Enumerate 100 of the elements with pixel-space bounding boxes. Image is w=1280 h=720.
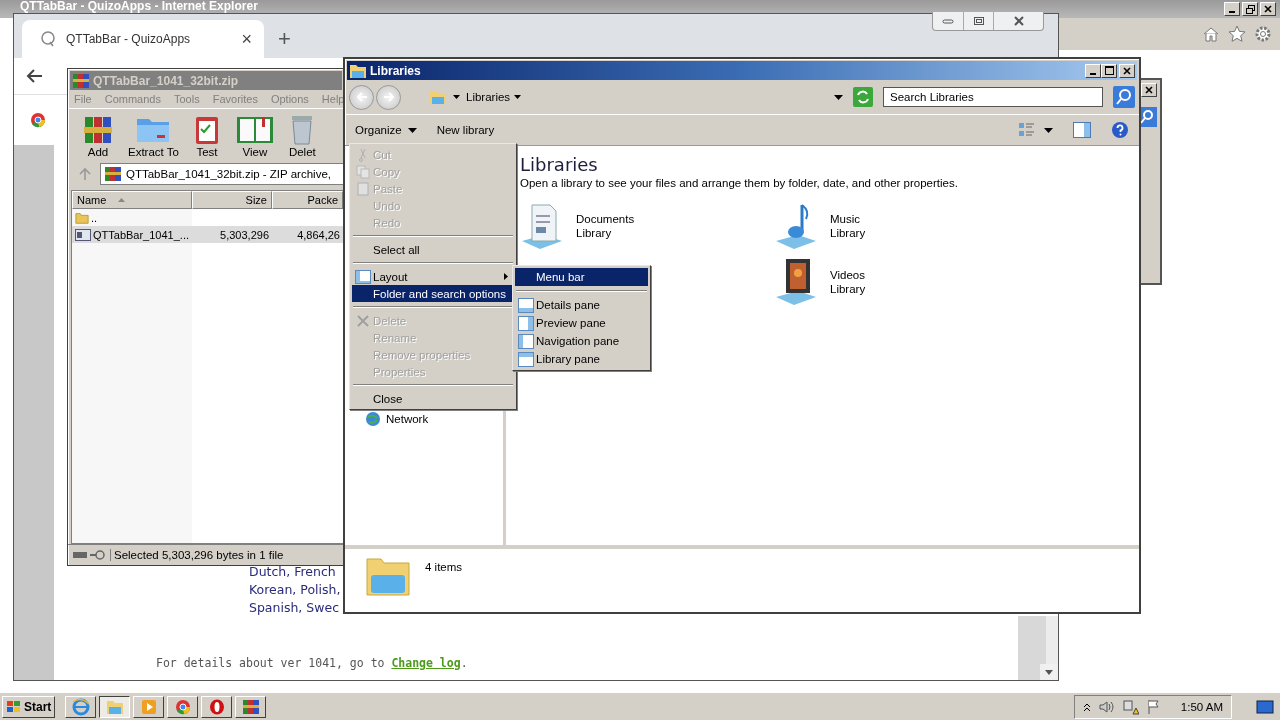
minimize-icon — [942, 18, 954, 24]
pane-layout-icon — [518, 315, 534, 331]
forward-arrow-icon — [382, 92, 395, 102]
page-description: Open a library to see your files and arrange them by folder, date, and other properties. — [520, 177, 959, 189]
file-row[interactable]: .. — [72, 209, 343, 226]
menu-item[interactable]: Details pane — [515, 296, 648, 314]
organize-button[interactable]: Organize — [355, 124, 417, 136]
preview-pane-icon[interactable] — [1073, 122, 1091, 138]
libraries-icon — [429, 89, 447, 105]
browser-tab[interactable]: QTTabBar - QuizoApps × — [22, 20, 264, 58]
close-icon — [1123, 66, 1131, 75]
speaker-icon[interactable] — [1098, 699, 1115, 714]
toolbar-button[interactable]: Delet — [288, 113, 316, 158]
library-item[interactable]: Music Library — [774, 201, 1028, 251]
taskbar-button[interactable] — [99, 695, 131, 718]
back-arrow-icon[interactable] — [26, 68, 44, 84]
internet-explorer-icon — [71, 697, 90, 716]
chrome-icon — [174, 698, 191, 715]
winrar-icon — [241, 698, 260, 715]
toolbar-button[interactable]: View — [234, 113, 275, 158]
winrar-icon — [104, 166, 122, 182]
minimize-icon — [1090, 72, 1096, 75]
menu-item[interactable]: Folder and search options — [352, 285, 514, 302]
clipboard-icon — [356, 181, 370, 196]
windows-logo-icon — [6, 699, 22, 714]
window-title: QTTabBar - QuizoApps - Internet Explorer — [20, 0, 258, 12]
library-item[interactable]: Documents Library — [520, 201, 774, 251]
folder-icon — [349, 62, 367, 79]
toolbar-button[interactable]: Test — [192, 113, 221, 158]
menu-item[interactable]: Close — [352, 390, 514, 407]
column-header[interactable]: Name — [72, 191, 192, 209]
toolbar-button[interactable]: Add — [82, 113, 114, 158]
menu-item[interactable]: Navigation pane — [515, 332, 648, 350]
file-name-cell: QTTabBar_1041_... — [72, 228, 192, 241]
tab-close-button[interactable]: × — [241, 30, 252, 48]
home-icon[interactable] — [1202, 25, 1220, 43]
pane-layout-icon — [518, 297, 534, 313]
scroll-down-button[interactable] — [1040, 664, 1058, 680]
refresh-icon[interactable] — [853, 87, 873, 107]
item-count: 4 items — [425, 561, 463, 573]
minimize-button[interactable] — [1085, 63, 1101, 78]
menu-item[interactable]: Preview pane — [515, 314, 648, 332]
page-heading: Libraries — [520, 154, 599, 175]
window-title: Libraries — [370, 63, 422, 78]
maximize-icon — [1104, 66, 1114, 75]
minimize-button[interactable] — [1224, 2, 1240, 16]
settings-icon[interactable] — [1254, 25, 1272, 43]
window-title: QTTabBar_1041_32bit.zip — [93, 73, 240, 88]
size-cell-text: 5,303,296 — [219, 228, 270, 241]
layout-icon — [355, 269, 371, 284]
menu-item[interactable]: Library pane — [515, 350, 648, 368]
submenu-arrow-icon — [504, 273, 508, 280]
back-arrow-icon — [355, 92, 368, 102]
copy-icon — [356, 164, 370, 179]
chevron-up-icon[interactable] — [1082, 701, 1091, 712]
nav-item[interactable]: Network — [345, 411, 503, 427]
column-header[interactable]: Packe — [272, 191, 343, 209]
start-button[interactable]: Start — [2, 695, 56, 718]
change-log-sentence: For details about ver 1041, go to Change log. — [156, 656, 469, 670]
show-desktop-icon[interactable] — [1256, 698, 1274, 715]
menu-item[interactable]: Select all — [352, 241, 514, 258]
caret-icon — [514, 95, 522, 99]
close-icon — [1012, 16, 1025, 26]
breadcrumb-item[interactable]: Libraries — [466, 91, 522, 103]
folder-icon — [75, 210, 89, 225]
caret-icon[interactable] — [1044, 127, 1053, 133]
file-name-cell: .. — [72, 210, 192, 225]
help-icon[interactable] — [1111, 121, 1129, 139]
pane-layout-icon — [518, 333, 534, 349]
column-header[interactable]: Size — [192, 191, 272, 209]
search-field[interactable]: Search Libraries — [883, 87, 1103, 107]
restore-icon — [972, 16, 985, 26]
language-list-text: Dutch, French — [249, 563, 336, 581]
down-arrow-icon — [1045, 669, 1053, 675]
library-item[interactable]: Videos Library — [774, 257, 1028, 307]
language-list-text: Spanish, Swec — [249, 599, 340, 617]
maximize-button[interactable] — [1101, 63, 1117, 78]
restore-icon — [1245, 4, 1255, 14]
menu-item[interactable]: Layout — [352, 268, 514, 285]
new-tab-button[interactable]: + — [278, 26, 291, 52]
caret-icon — [407, 127, 417, 133]
globe-icon — [365, 411, 381, 427]
scrollbar[interactable] — [1018, 616, 1058, 680]
change-log-link[interactable]: Change log — [391, 656, 461, 670]
packed-cell-text: 4,864,26 — [296, 228, 341, 241]
tab-title: QTTabBar - QuizoApps — [66, 32, 192, 46]
toolbar-button[interactable]: New library — [436, 124, 495, 136]
folder-icon — [105, 698, 124, 715]
network-warning-icon[interactable] — [1122, 698, 1139, 715]
menu-item[interactable]: Menu bar — [515, 268, 648, 286]
path-text: QTTabBar_1041_32bit.zip - ZIP archive, — [126, 168, 331, 180]
opera-icon — [208, 698, 225, 715]
winrar-icon — [72, 72, 90, 89]
flag-icon[interactable] — [1146, 698, 1161, 715]
caret-icon — [453, 95, 460, 99]
star-icon[interactable] — [1228, 25, 1246, 43]
drive-key-icon — [72, 549, 106, 561]
toolbar-button[interactable]: Extract To — [128, 113, 179, 158]
file-row[interactable]: QTTabBar_1041_... 5,303,296 4,864,26 — [72, 226, 343, 243]
dropdown-caret-icon[interactable] — [834, 94, 843, 100]
